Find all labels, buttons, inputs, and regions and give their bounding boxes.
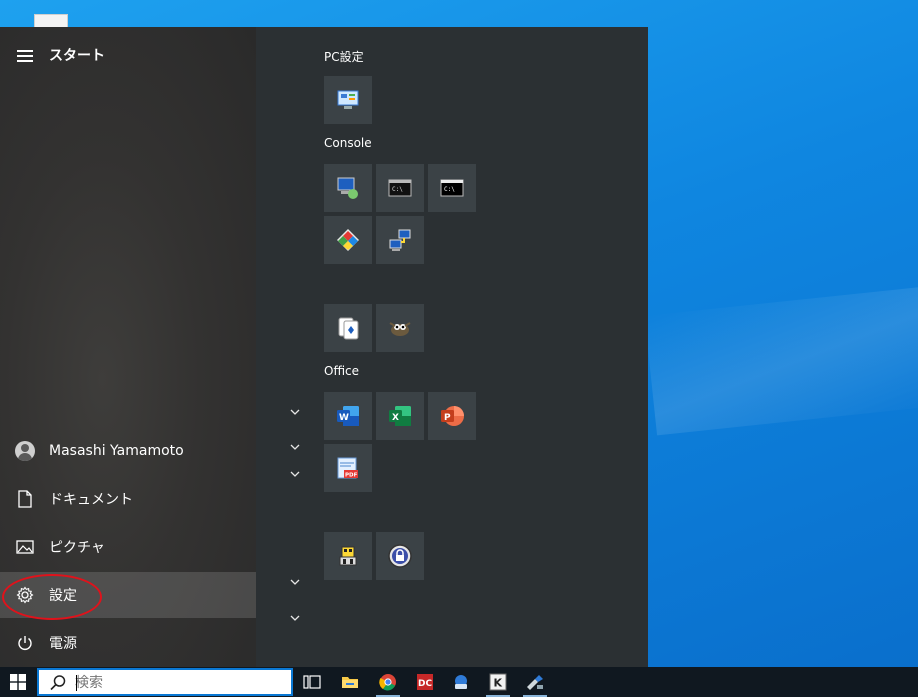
- file-explorer-button[interactable]: [332, 667, 368, 697]
- solitaire-icon: [338, 317, 359, 340]
- app-blue-button[interactable]: [443, 667, 479, 697]
- excel-icon: X: [389, 406, 411, 426]
- tile-solitaire[interactable]: [324, 304, 372, 352]
- word-icon: W: [337, 406, 359, 426]
- svg-text:DC: DC: [418, 679, 432, 689]
- task-view-icon: [303, 675, 321, 689]
- pictures-item[interactable]: ピクチャ: [0, 524, 256, 570]
- pictures-label: ピクチャ: [49, 540, 105, 556]
- windows-logo-icon: [10, 674, 26, 690]
- power-item[interactable]: 電源: [0, 620, 256, 666]
- group-label-office: Office: [324, 364, 360, 378]
- taskbar: DC K: [0, 667, 918, 697]
- user-account-item[interactable]: Masashi Yamamoto: [0, 428, 256, 474]
- svg-text:K: K: [494, 677, 503, 690]
- app-tool-button[interactable]: [517, 667, 553, 697]
- search-box[interactable]: [37, 668, 293, 696]
- tile-excel[interactable]: X: [376, 392, 424, 440]
- user-name-label: Masashi Yamamoto: [49, 443, 184, 459]
- task-view-button[interactable]: [294, 667, 330, 697]
- diamond-tool-icon: [337, 229, 359, 251]
- tile-network-computer[interactable]: [376, 216, 424, 264]
- tile-terminal[interactable]: C:\: [428, 164, 476, 212]
- svg-text:W: W: [339, 413, 349, 423]
- terminal-icon: C:\: [440, 179, 464, 197]
- wallpaper-light-streak: [644, 284, 918, 436]
- app-k-button[interactable]: K: [480, 667, 516, 697]
- chevron-down-icon[interactable]: [289, 406, 301, 418]
- chrome-button[interactable]: [370, 667, 406, 697]
- tile-word[interactable]: W: [324, 392, 372, 440]
- gimp-icon: [389, 322, 411, 336]
- network-computer-icon: [389, 229, 411, 251]
- app-dc-button[interactable]: DC: [407, 667, 443, 697]
- start-left-panel: スタート Masashi Yamamoto ドキュメント ピクチャ 設定 電源: [0, 27, 256, 667]
- search-input[interactable]: [75, 674, 275, 692]
- chevron-down-icon[interactable]: [289, 441, 301, 453]
- text-caret: [76, 675, 77, 691]
- app-tool-icon: [527, 675, 543, 690]
- gear-icon: [16, 586, 34, 604]
- chevron-down-icon[interactable]: [289, 612, 301, 624]
- chevron-down-icon[interactable]: [289, 576, 301, 588]
- tile-command-prompt[interactable]: C:\: [376, 164, 424, 212]
- tile-gimp[interactable]: [376, 304, 424, 352]
- settings-item[interactable]: 設定: [0, 572, 256, 618]
- documents-label: ドキュメント: [49, 492, 133, 508]
- start-title: スタート: [49, 48, 105, 64]
- svg-text:P: P: [444, 413, 451, 423]
- transformer-icon: [339, 546, 357, 566]
- picture-icon: [16, 540, 34, 554]
- tiles-panel: PC設定 Console C:\ C:\ Office W X P PDF: [256, 27, 648, 667]
- app-k-icon: K: [489, 673, 507, 691]
- command-prompt-icon: C:\: [388, 179, 412, 197]
- hamburger-menu-icon[interactable]: [17, 50, 33, 62]
- start-button[interactable]: [0, 667, 36, 697]
- start-menu: スタート Masashi Yamamoto ドキュメント ピクチャ 設定 電源 …: [0, 27, 648, 667]
- settings-label: 設定: [49, 588, 77, 604]
- keepass-lock-icon: [388, 544, 412, 568]
- start-header: スタート: [0, 41, 256, 71]
- chevron-down-icon[interactable]: [289, 468, 301, 480]
- tile-control-panel[interactable]: [324, 76, 372, 124]
- tile-transformer[interactable]: [324, 532, 372, 580]
- group-label-console: Console: [324, 136, 372, 150]
- tile-pdf-editor[interactable]: PDF: [324, 444, 372, 492]
- svg-text:PDF: PDF: [345, 473, 358, 479]
- power-icon: [18, 636, 32, 650]
- file-explorer-icon: [342, 677, 358, 688]
- app-dc-icon: DC: [417, 674, 433, 690]
- search-icon: [50, 675, 66, 691]
- group-label-pc-settings: PC設定: [324, 50, 364, 64]
- svg-text:C:\: C:\: [444, 186, 455, 193]
- document-icon: [18, 490, 32, 508]
- remote-desktop-icon: [337, 177, 358, 199]
- tile-powerpoint[interactable]: P: [428, 392, 476, 440]
- app-blue-icon: [455, 675, 467, 689]
- power-label: 電源: [49, 636, 77, 652]
- svg-text:C:\: C:\: [392, 186, 403, 193]
- pdf-editor-icon: PDF: [337, 457, 358, 479]
- tile-remote-desktop[interactable]: [324, 164, 372, 212]
- tile-diamond-tool[interactable]: [324, 216, 372, 264]
- control-panel-icon: [337, 90, 359, 109]
- documents-item[interactable]: ドキュメント: [0, 476, 256, 522]
- chrome-icon: [379, 674, 396, 691]
- tile-keepass[interactable]: [376, 532, 424, 580]
- user-avatar-icon: [15, 441, 35, 461]
- svg-text:X: X: [392, 413, 399, 423]
- powerpoint-icon: P: [441, 406, 464, 426]
